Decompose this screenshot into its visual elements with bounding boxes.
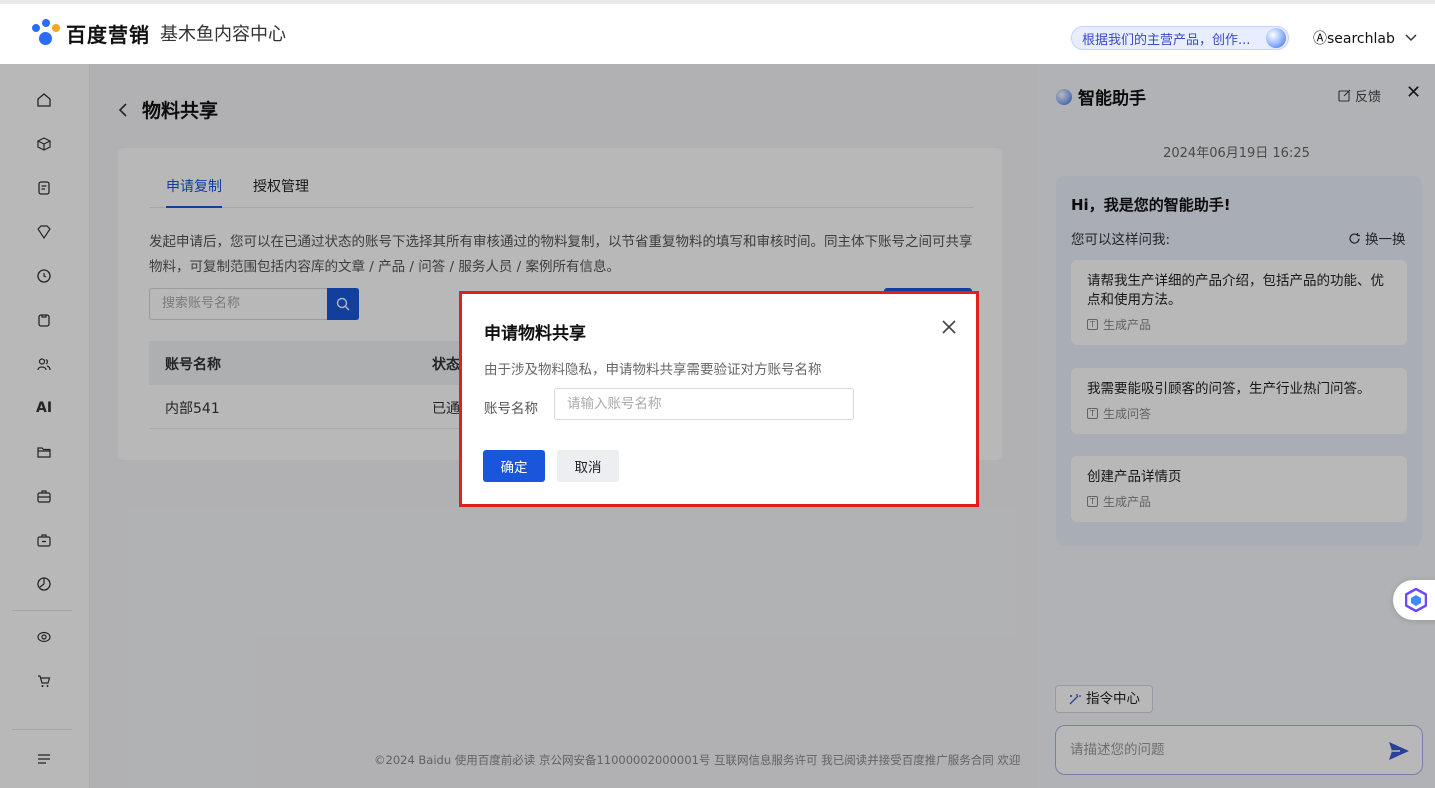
assistant-orb-icon bbox=[1056, 88, 1072, 105]
user-name: Ⓐsearchlab bbox=[1313, 31, 1395, 47]
suggestion-text: 创建产品详情页 bbox=[1087, 469, 1182, 485]
feedback-button[interactable]: 反馈 bbox=[1338, 86, 1381, 105]
floating-widget-button[interactable] bbox=[1393, 580, 1435, 620]
command-center-label: 指令中心 bbox=[1086, 691, 1140, 707]
prompt-pill-text: 根据我们的主营产品，创作... bbox=[1082, 32, 1251, 48]
assistant-header: 智能助手 bbox=[1056, 84, 1146, 109]
account-name-input[interactable]: 请输入账号名称 bbox=[554, 388, 854, 420]
hexagon-logo-icon bbox=[1405, 588, 1427, 612]
dialog-title: 申请物料共享 bbox=[484, 324, 586, 344]
brand-name: 百度营销 bbox=[66, 22, 150, 47]
send-icon[interactable] bbox=[1388, 740, 1410, 762]
chat-input-placeholder: 请描述您的问题 bbox=[1070, 742, 1165, 758]
assistant-title: 智能助手 bbox=[1078, 89, 1146, 109]
share-request-dialog: 申请物料共享 由于涉及物料隐私，申请物料共享需要验证对方账号名称 账号名称 请输… bbox=[459, 291, 979, 507]
assistant-panel: 智能助手 反馈 ✕ 2024年06月19日 16:25 Hi，我是您的智能助手!… bbox=[1038, 64, 1435, 788]
chat-input[interactable]: 请描述您的问题 bbox=[1055, 725, 1423, 775]
magic-wand-icon bbox=[1069, 693, 1081, 704]
command-center-button[interactable]: 指令中心 bbox=[1055, 685, 1153, 713]
suggestion-item[interactable]: 请帮我生产详细的产品介绍，包括产品的功能、优点和使用方法。 T 生成产品 bbox=[1071, 260, 1407, 345]
assistant-welcome-card: Hi，我是您的智能助手! 您可以这样问我: 换一换 请帮我生产详细的产品介绍，包… bbox=[1056, 176, 1422, 546]
assistant-greeting: Hi，我是您的智能助手! bbox=[1071, 196, 1231, 214]
close-icon[interactable]: ✕ bbox=[1406, 82, 1421, 103]
tag-icon: T bbox=[1087, 408, 1098, 419]
suggestion-text: 请帮我生产详细的产品介绍，包括产品的功能、优点和使用方法。 bbox=[1087, 273, 1384, 308]
assistant-orb-icon bbox=[1266, 28, 1286, 48]
chat-date: 2024年06月19日 16:25 bbox=[1163, 146, 1310, 161]
refresh-icon bbox=[1349, 232, 1360, 244]
product-name: 基木鱼内容中心 bbox=[160, 24, 286, 45]
confirm-button[interactable]: 确定 bbox=[483, 450, 545, 482]
feedback-label: 反馈 bbox=[1355, 90, 1382, 105]
top-bar: 百度营销 基木鱼内容中心 根据我们的主营产品，创作... Ⓐsearchlab bbox=[0, 0, 1435, 64]
suggestion-text: 我需要能吸引顾客的问答，生产行业热门问答。 bbox=[1087, 381, 1371, 397]
logo[interactable]: 百度营销 基木鱼内容中心 bbox=[30, 18, 286, 48]
refresh-button[interactable]: 换一换 bbox=[1348, 228, 1406, 248]
cancel-button[interactable]: 取消 bbox=[557, 450, 619, 482]
suggestion-tag: T 生成产品 bbox=[1087, 316, 1391, 333]
tag-icon: T bbox=[1087, 496, 1098, 507]
ask-hint: 您可以这样问我: bbox=[1071, 232, 1171, 248]
suggestion-item[interactable]: 创建产品详情页 T 生成产品 bbox=[1071, 456, 1407, 522]
edit-icon bbox=[1338, 89, 1351, 102]
user-menu[interactable]: Ⓐsearchlab bbox=[1313, 28, 1417, 48]
dialog-description: 由于涉及物料隐私，申请物料共享需要验证对方账号名称 bbox=[484, 362, 822, 378]
prompt-suggestion-pill[interactable]: 根据我们的主营产品，创作... bbox=[1071, 26, 1289, 50]
close-icon[interactable] bbox=[940, 318, 958, 336]
tag-icon: T bbox=[1087, 319, 1098, 330]
refresh-label: 换一换 bbox=[1365, 232, 1406, 248]
suggestion-tag: T 生成产品 bbox=[1087, 493, 1391, 510]
account-name-label: 账号名称 bbox=[484, 401, 538, 417]
suggestion-tag: T 生成问答 bbox=[1087, 405, 1391, 422]
baidu-paw-icon bbox=[30, 18, 60, 48]
chevron-down-icon bbox=[1405, 34, 1417, 42]
suggestion-item[interactable]: 我需要能吸引顾客的问答，生产行业热门问答。 T 生成问答 bbox=[1071, 368, 1407, 434]
